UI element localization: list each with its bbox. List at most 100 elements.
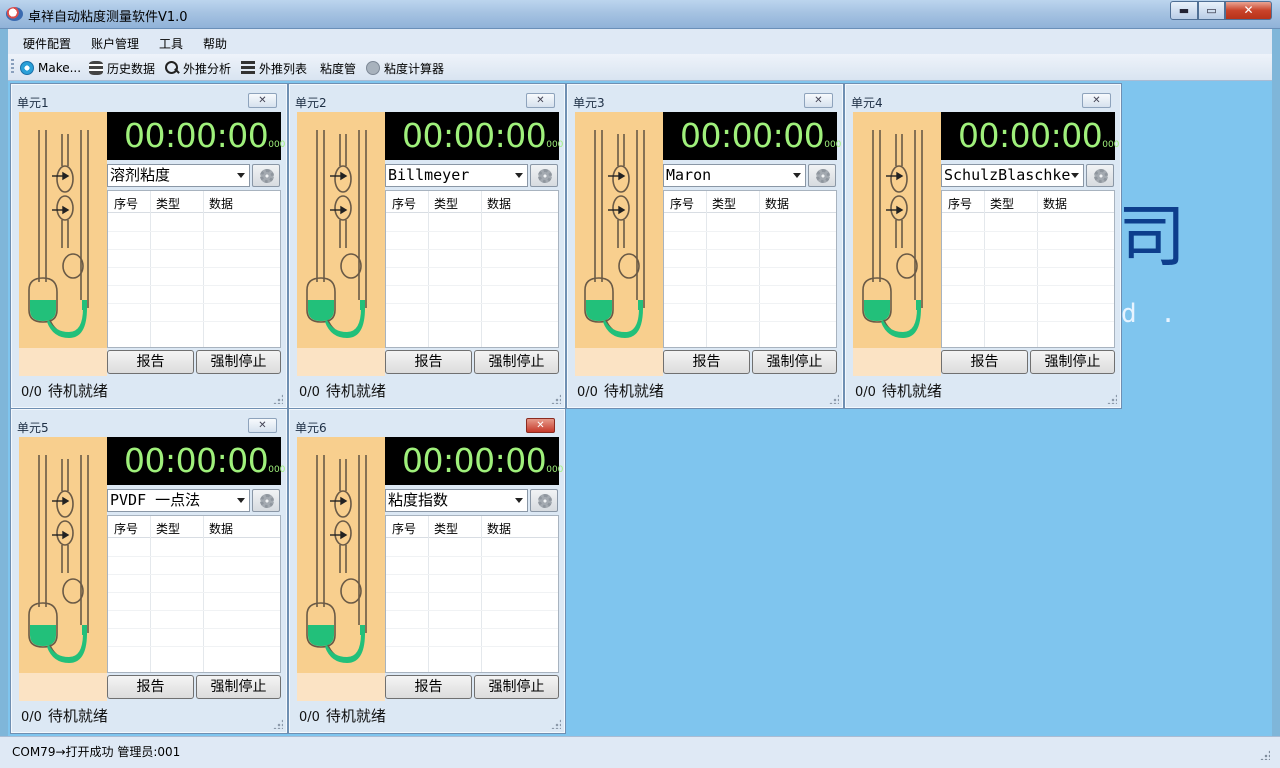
column-header-type: 类型 [434, 197, 459, 211]
report-button[interactable]: 报告 [385, 350, 472, 374]
unit-close-button[interactable]: ✕ [248, 93, 277, 108]
timer-hms: 00:00:00 [402, 441, 547, 480]
chevron-down-icon [237, 498, 245, 503]
unit-close-button[interactable]: ✕ [526, 418, 555, 433]
force-stop-button[interactable]: 强制停止 [474, 350, 559, 374]
grid-column-divider [481, 516, 482, 672]
data-grid[interactable]: 序号 类型 数据 [107, 190, 281, 348]
timer-ms: 000 [268, 140, 286, 150]
data-grid[interactable]: 序号 类型 数据 [107, 515, 281, 673]
menu-help[interactable]: 帮助 [203, 35, 227, 52]
force-stop-button[interactable]: 强制停止 [474, 675, 559, 699]
resize-grip[interactable] [1107, 394, 1117, 404]
force-stop-button[interactable]: 强制停止 [196, 350, 281, 374]
gear-icon [1094, 169, 1108, 183]
maximize-button[interactable]: ▭ [1198, 1, 1225, 20]
settings-button[interactable] [530, 489, 558, 512]
grid-column-divider [203, 516, 204, 672]
unit-close-button[interactable]: ✕ [1082, 93, 1111, 108]
force-stop-button[interactable]: 强制停止 [196, 675, 281, 699]
toolbar-calculator-button[interactable]: 粘度计算器 [366, 59, 444, 77]
grid-row-line [664, 249, 836, 250]
data-grid[interactable]: 序号 类型 数据 [941, 190, 1115, 348]
method-select[interactable]: Maron [663, 164, 806, 187]
unit-close-button[interactable]: ✕ [804, 93, 833, 108]
settings-button[interactable] [252, 489, 280, 512]
data-grid[interactable]: 序号 类型 数据 [663, 190, 837, 348]
gear-icon [538, 169, 552, 183]
grid-row-line [108, 592, 280, 593]
force-stop-button[interactable]: 强制停止 [752, 350, 837, 374]
grid-column-divider [984, 191, 985, 347]
report-button[interactable]: 报告 [107, 675, 194, 699]
grid-row-line [108, 610, 280, 611]
menu-account-management[interactable]: 账户管理 [91, 35, 139, 52]
toolbar-viscometer-button[interactable]: 粘度管 [320, 59, 356, 77]
grid-row-line [386, 646, 558, 647]
toolbar-extrapolation-list-label: 外推列表 [259, 61, 308, 76]
timer-display: 00:00:00000 [941, 112, 1119, 160]
toolbar-history-label: 历史数据 [107, 61, 156, 76]
toolbar-history-button[interactable]: 历史数据 [89, 59, 155, 77]
unit-title: 单元3 [573, 96, 605, 110]
viscometer-diagram [575, 112, 663, 348]
report-button[interactable]: 报告 [385, 675, 472, 699]
minimize-button[interactable]: ▬ [1170, 1, 1198, 20]
unit-status: 0/0 待机就绪 [855, 380, 942, 401]
grid-row-line [386, 231, 558, 232]
data-grid[interactable]: 序号 类型 数据 [385, 515, 559, 673]
report-button[interactable]: 报告 [941, 350, 1028, 374]
settings-button[interactable] [1086, 164, 1114, 187]
menu-hardware-config[interactable]: 硬件配置 [23, 35, 71, 52]
window-resize-grip[interactable] [1260, 750, 1270, 760]
settings-button[interactable] [530, 164, 558, 187]
list-icon [241, 61, 255, 75]
grid-row-line [386, 610, 558, 611]
resize-grip[interactable] [551, 394, 561, 404]
grid-row-line [664, 231, 836, 232]
method-select[interactable]: 溶剂粘度 [107, 164, 250, 187]
column-header-type: 类型 [434, 522, 459, 536]
column-header-index: 序号 [114, 197, 139, 211]
data-grid[interactable]: 序号 类型 数据 [385, 190, 559, 348]
connection-status: COM79→打开成功 管理员:001 [12, 745, 181, 759]
timer-display: 00:00:00000 [663, 112, 841, 160]
toolbar-make-button[interactable]: Make... [20, 59, 81, 77]
menu-tools[interactable]: 工具 [159, 35, 183, 52]
settings-button[interactable] [252, 164, 280, 187]
resize-grip[interactable] [551, 719, 561, 729]
close-window-button[interactable]: ✕ [1225, 1, 1272, 20]
resize-grip[interactable] [273, 719, 283, 729]
grid-row-line [386, 574, 558, 575]
data-grid-header: 序号 类型 数据 [386, 191, 558, 213]
method-select[interactable]: SchulzBlaschke [941, 164, 1084, 187]
unit-window-6: 单元6 ✕ 00:00:00000 粘度指数 序号 类型 数据 报告 强制停止 … [288, 408, 566, 734]
progress-count: 0/0 [21, 385, 42, 400]
method-select[interactable]: 粘度指数 [385, 489, 528, 512]
status-text: 待机就绪 [325, 382, 386, 400]
grid-row-line [108, 628, 280, 629]
grid-row-line [942, 303, 1114, 304]
resize-grip[interactable] [829, 394, 839, 404]
grid-row-line [942, 285, 1114, 286]
toolbar-grip[interactable] [11, 59, 14, 75]
report-button[interactable]: 报告 [107, 350, 194, 374]
method-select[interactable]: Billmeyer [385, 164, 528, 187]
settings-button[interactable] [808, 164, 836, 187]
method-select[interactable]: PVDF 一点法 [107, 489, 250, 512]
force-stop-button[interactable]: 强制停止 [1030, 350, 1115, 374]
timer-ms: 000 [546, 140, 564, 150]
resize-grip[interactable] [273, 394, 283, 404]
grid-row-line [386, 285, 558, 286]
mdi-workspace: 司 d . 单元1 ✕ 00:00:00000 溶剂粘度 序号 类型 数据 报告… [8, 81, 1272, 736]
grid-row-line [108, 303, 280, 304]
report-button[interactable]: 报告 [663, 350, 750, 374]
progress-count: 0/0 [21, 710, 42, 725]
unit-close-button[interactable]: ✕ [526, 93, 555, 108]
unit-status: 0/0 待机就绪 [577, 380, 664, 401]
toolbar-extrapolation-analysis-button[interactable]: 外推分析 [165, 59, 231, 77]
title-bar: 卓祥自动粘度测量软件V1.0 ▬ ▭ ✕ [0, 0, 1280, 29]
unit-close-button[interactable]: ✕ [248, 418, 277, 433]
toolbar-extrapolation-list-button[interactable]: 外推列表 [241, 59, 307, 77]
chevron-down-icon [793, 173, 801, 178]
